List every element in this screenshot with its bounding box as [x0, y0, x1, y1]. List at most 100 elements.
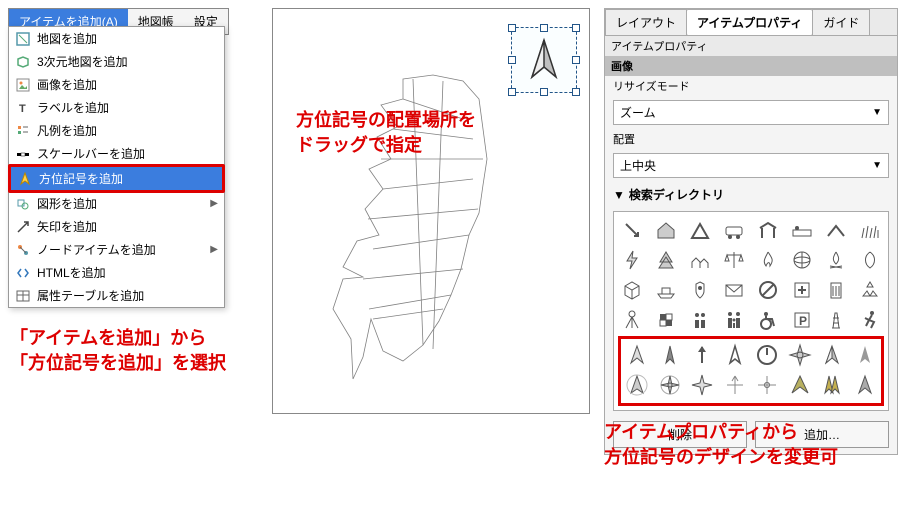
sym-tower[interactable]	[822, 306, 850, 334]
dd-label: 方位記号を追加	[39, 170, 216, 187]
sym-bolt[interactable]	[618, 246, 646, 274]
dd-label: 矢印を追加	[37, 218, 218, 235]
tab-guide[interactable]: ガイド	[812, 9, 870, 35]
sym-arrow[interactable]	[618, 216, 646, 244]
sym-badge[interactable]	[686, 276, 714, 304]
sym-north-star4[interactable]	[688, 371, 716, 399]
dd-label: 属性テーブルを追加	[37, 287, 218, 304]
dd-label: 3次元地図を追加	[37, 53, 218, 70]
dd-add-scalebar[interactable]: スケールバーを追加	[9, 142, 224, 165]
sym-north-3[interactable]	[688, 341, 716, 369]
map-icon	[15, 31, 31, 47]
sym-recycle[interactable]	[856, 276, 884, 304]
sym-north-6[interactable]	[786, 341, 814, 369]
sym-north-8[interactable]	[851, 341, 879, 369]
sym-flame[interactable]	[754, 246, 782, 274]
sym-grass[interactable]	[856, 216, 884, 244]
sym-campfire[interactable]	[822, 246, 850, 274]
sym-north-4[interactable]	[721, 341, 749, 369]
sym-north-1[interactable]	[623, 341, 651, 369]
node-icon	[15, 242, 31, 258]
combo-resize-mode[interactable]: ズーム ▼	[613, 100, 889, 125]
sym-north-dot[interactable]	[753, 371, 781, 399]
northarrow-icon	[17, 171, 33, 187]
annotation-left-line1: 「アイテムを追加」から	[10, 328, 206, 348]
map-content	[273, 9, 589, 413]
dd-add-html[interactable]: HTMLを追加	[9, 261, 224, 284]
annotation-right: アイテムプロパティから 方位記号のデザインを変更可	[604, 420, 838, 470]
section-image: 画像	[605, 56, 897, 76]
sym-box[interactable]	[618, 276, 646, 304]
sym-north-clock[interactable]	[753, 341, 781, 369]
dropdown-caret-icon: ▼	[872, 107, 882, 118]
sym-wheelchair[interactable]	[754, 306, 782, 334]
arrow-icon	[15, 219, 31, 235]
dd-add-map[interactable]: 地図を追加	[9, 27, 224, 50]
combo-resize-value: ズーム	[620, 104, 656, 121]
dd-label: HTMLを追加	[37, 264, 218, 281]
sym-tent[interactable]	[686, 216, 714, 244]
sym-north-wide[interactable]	[786, 371, 814, 399]
sym-north-9[interactable]	[623, 371, 651, 399]
sym-north-compass[interactable]	[656, 371, 684, 399]
sym-scales[interactable]	[720, 246, 748, 274]
sym-parking[interactable]: P	[788, 306, 816, 334]
dd-add-legend[interactable]: 凡例を追加	[9, 119, 224, 142]
dd-add-image[interactable]: 画像を追加	[9, 73, 224, 96]
dd-add-node[interactable]: ノードアイテムを追加 ▶	[9, 238, 224, 261]
sym-shelter[interactable]	[754, 216, 782, 244]
sym-nosign[interactable]	[754, 276, 782, 304]
sym-north-double[interactable]	[818, 371, 846, 399]
dd-label: 地図を追加	[37, 30, 218, 47]
label-icon: T	[15, 100, 31, 116]
label-resize-mode: リサイズモード	[605, 76, 897, 96]
annotation-right-line1: アイテムプロパティから	[604, 422, 798, 442]
sym-ferry[interactable]	[652, 276, 680, 304]
sym-building[interactable]	[822, 276, 850, 304]
dropdown-caret-icon: ▼	[872, 160, 882, 171]
disclosure-triangle-icon: ▼	[613, 188, 625, 202]
layout-canvas[interactable]	[272, 8, 590, 414]
combo-alignment[interactable]: 上中央 ▼	[613, 153, 889, 178]
sym-north-last[interactable]	[851, 371, 879, 399]
sym-north-2[interactable]	[656, 341, 684, 369]
tab-layout[interactable]: レイアウト	[605, 9, 687, 35]
dd-add-northarrow[interactable]: 方位記号を追加	[8, 164, 225, 193]
sym-houses[interactable]	[686, 246, 714, 274]
sym-leaf[interactable]	[856, 246, 884, 274]
sym-bed[interactable]	[788, 216, 816, 244]
dd-add-shape[interactable]: 図形を追加 ▶	[9, 192, 224, 215]
html-icon	[15, 265, 31, 281]
sym-camper[interactable]	[720, 216, 748, 244]
sym-family[interactable]	[720, 306, 748, 334]
label-alignment: 配置	[605, 129, 897, 149]
image-icon	[15, 77, 31, 93]
sym-north-thin[interactable]	[721, 371, 749, 399]
sym-runner[interactable]	[856, 306, 884, 334]
table-icon	[15, 288, 31, 304]
disclosure-label: 検索ディレクトリ	[629, 188, 724, 202]
sym-globe[interactable]	[788, 246, 816, 274]
sym-tripod[interactable]	[618, 306, 646, 334]
sym-checkers[interactable]	[652, 306, 680, 334]
caret-right-icon: ▶	[210, 198, 218, 209]
dd-label: ノードアイテムを追加	[37, 241, 204, 258]
sym-people[interactable]	[686, 306, 714, 334]
north-arrow-symbols-highlight	[618, 336, 884, 406]
legend-icon	[15, 123, 31, 139]
dd-add-attrtable[interactable]: 属性テーブルを追加	[9, 284, 224, 307]
caret-right-icon: ▶	[210, 244, 218, 255]
dd-add-arrow[interactable]: 矢印を追加	[9, 215, 224, 238]
tab-item-properties[interactable]: アイテムプロパティ	[686, 9, 813, 35]
disclosure-search-dir[interactable]: ▼ 検索ディレクトリ	[605, 182, 897, 207]
annotation-center-line2: ドラッグで指定	[296, 135, 422, 155]
dd-add-label[interactable]: T ラベルを追加	[9, 96, 224, 119]
sym-roof[interactable]	[822, 216, 850, 244]
shape-icon	[15, 196, 31, 212]
sym-hospital[interactable]	[788, 276, 816, 304]
sym-tree[interactable]	[652, 246, 680, 274]
dd-add-3d-map[interactable]: 3次元地図を追加	[9, 50, 224, 73]
sym-mail[interactable]	[720, 276, 748, 304]
sym-north-7[interactable]	[818, 341, 846, 369]
sym-house[interactable]	[652, 216, 680, 244]
